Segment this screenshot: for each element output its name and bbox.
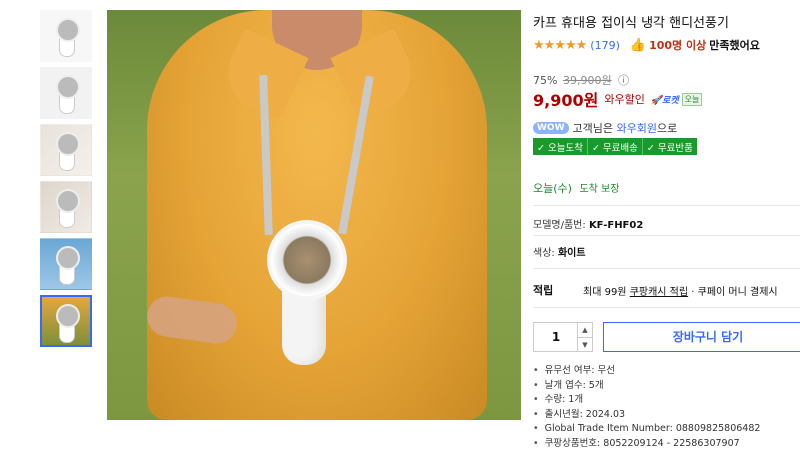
benefit-free-return: ✓ 무료반품 [643, 138, 697, 155]
color-row: 색상: 화이트 [533, 244, 586, 259]
review-count-link[interactable]: (179) [590, 39, 620, 52]
points-row: 적립 최대 99원 쿠팡캐시 적립 · 쿠페이 머니 결제시 [533, 282, 553, 298]
points-rest: · 쿠페이 머니 결제시 [691, 287, 777, 298]
thumbnail-4[interactable] [40, 181, 92, 233]
model-label: 모델명/품번: [533, 220, 586, 231]
thumbnail-6-selected[interactable] [40, 295, 92, 347]
thumbnail-2[interactable] [40, 67, 92, 119]
image-fan-head [267, 220, 347, 300]
quantity-stepper[interactable]: 1 ▲ ▼ [533, 322, 593, 352]
benefit-free-shipping: ✓ 무료배송 [588, 138, 643, 155]
benefit-badges: ✓ 오늘도착 ✓ 무료배송 ✓ 무료반품 [533, 138, 697, 155]
benefit-today-arrival: ✓ 오늘도착 [533, 138, 588, 155]
divider [533, 307, 800, 308]
thumbnail-3[interactable] [40, 124, 92, 176]
coupang-cash-link[interactable]: 쿠팡캐시 적립 [630, 287, 688, 298]
divider [533, 205, 800, 206]
divider [533, 235, 800, 236]
points-max: 최대 99원 [583, 287, 627, 298]
main-product-image [107, 10, 521, 420]
delivery-info: 오늘(수) 도착 보장 [533, 180, 619, 196]
price-row: 9,900원 와우할인 🚀로켓 오늘 [533, 87, 702, 111]
satisfied-text: 만족했어요 [709, 37, 760, 53]
color-value: 화이트 [558, 248, 586, 259]
star-rating[interactable]: ★★★★★ [533, 38, 586, 53]
wow-badge: WOW [533, 122, 569, 134]
thumbnail-1[interactable] [40, 10, 92, 62]
quantity-increase-button[interactable]: ▲ [578, 323, 592, 338]
rating-row: ★★★★★ (179) 👍 100명 이상 만족했어요 [533, 37, 760, 53]
add-to-cart-button[interactable]: 장바구니 담기 [603, 322, 800, 352]
info-icon[interactable]: ⓘ [618, 74, 629, 87]
wow-text-suffix: 으로 [657, 122, 677, 135]
model-value: KF-FHF02 [589, 220, 643, 231]
spec-item: 쿠팡상품번호: 8052209124 - 22586307907 [533, 437, 760, 451]
wow-row: WOW 고객님은 와우회원으로 [533, 120, 677, 136]
points-text: 최대 99원 쿠팡캐시 적립 · 쿠페이 머니 결제시 [583, 283, 778, 298]
product-title: 카프 휴대용 접이식 냉각 핸디선풍기 [533, 12, 729, 31]
spec-item: 수량: 1개 [533, 393, 760, 408]
wow-text: 고객님은 와우회원으로 [573, 120, 678, 136]
discount-percent: 75% [533, 74, 557, 87]
model-row: 모델명/품번: KF-FHF02 [533, 216, 643, 231]
product-info-panel: 카프 휴대용 접이식 냉각 핸디선풍기 ★★★★★ (179) 👍 100명 이… [533, 0, 800, 447]
color-label: 색상: [533, 248, 555, 259]
today-badge: 오늘 [682, 93, 703, 106]
thumbnail-list [40, 10, 94, 352]
wow-member-link[interactable]: 와우회원 [617, 122, 657, 135]
thumbs-up-icon: 👍 [630, 38, 646, 53]
delivery-guarantee: 도착 보장 [579, 184, 619, 195]
points-label: 적립 [533, 284, 553, 297]
thumbnail-5[interactable] [40, 238, 92, 290]
sale-price: 9,900원 [533, 87, 598, 111]
delivery-date: 오늘(수) [533, 182, 572, 195]
spec-item: 유무선 여부: 무선 [533, 364, 760, 379]
quantity-value[interactable]: 1 [534, 323, 578, 351]
satisfied-count: 100명 이상 [649, 37, 706, 53]
quantity-decrease-button[interactable]: ▼ [578, 338, 592, 352]
quantity-buttons: ▲ ▼ [577, 323, 592, 351]
spec-list: 유무선 여부: 무선 날개 엽수: 5개 수량: 1개 출시년월: 2024.0… [533, 364, 760, 451]
divider [533, 268, 800, 269]
spec-item: Global Trade Item Number: 08809825806482 [533, 422, 760, 437]
spec-item: 날개 엽수: 5개 [533, 379, 760, 394]
wow-text-prefix: 고객님은 [573, 122, 613, 135]
original-price: 39,900원 [563, 74, 612, 87]
rocket-badge: 🚀로켓 [651, 93, 679, 106]
discount-row: 75% 39,900원 ⓘ [533, 72, 629, 88]
wow-discount-label: 와우할인 [604, 91, 644, 107]
spec-item: 출시년월: 2024.03 [533, 408, 760, 423]
